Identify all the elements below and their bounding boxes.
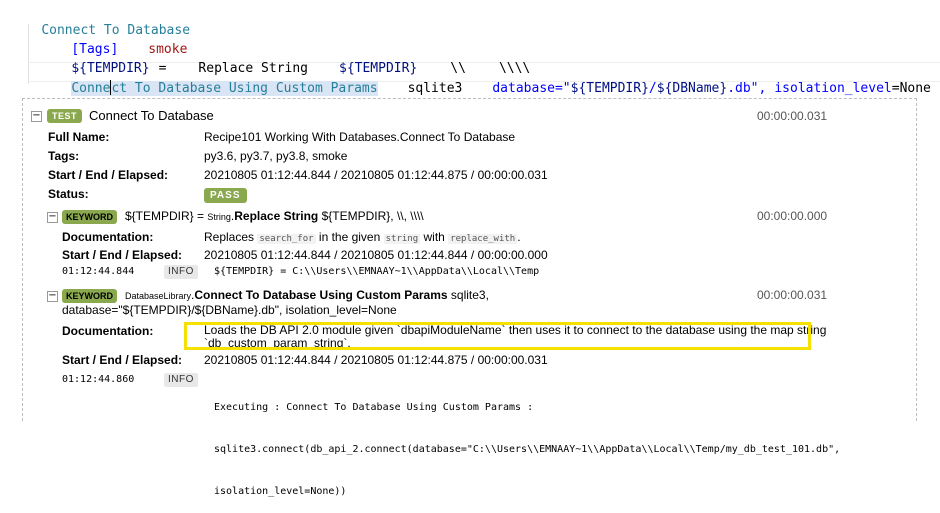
- kw2-msg-line-2: sqlite3.connect(db_api_2.connect(databas…: [214, 444, 841, 455]
- test-collapse-toggle[interactable]: −: [31, 111, 42, 122]
- connect-arg-dbname: ${DBName}: [656, 81, 728, 96]
- kw2-args-line1: sqlite3,: [450, 288, 489, 302]
- kw1-elapsed: 00:00:00.000: [757, 209, 828, 223]
- connect-arg-suffix: .db",: [727, 81, 767, 96]
- test-sel-label: Start / End / Elapsed:: [48, 168, 169, 182]
- connect-arg-tempdir: ${TEMPDIR}: [570, 81, 649, 96]
- connect-arg-sep: /: [648, 81, 657, 96]
- connect-keyword-part-2: ct To Database Using Custom Params: [111, 81, 378, 96]
- tags-value: py3.6, py3.7, py3.8, smoke: [204, 149, 348, 163]
- kw2-library: DatabaseLibrary: [125, 291, 192, 301]
- connect-keyword[interactable]: Connect To Database Using Custom Params: [71, 80, 378, 96]
- kw2-msg-time: 01:12:44.860: [62, 374, 135, 385]
- kw2-msg-line-3: isolation_level=None)): [214, 486, 347, 497]
- test-elapsed: 00:00:00.031: [757, 109, 828, 123]
- kw1-msg: ${TEMPDIR} = C:\\Users\\EMNAAY~1\\AppDat…: [214, 266, 540, 277]
- kw2-name: Connect To Database Using Custom Params: [194, 288, 448, 302]
- kw2-msg-line-1: Executing : Connect To Database Using Cu…: [214, 402, 534, 413]
- kw1-name: Replace String: [234, 209, 319, 223]
- kw2-sel-value: 20210805 01:12:44.844 / 20210805 01:12:4…: [204, 353, 548, 367]
- kw1-library: String: [207, 212, 231, 222]
- kw2-keyword-badge: KEYWORD: [62, 289, 117, 303]
- full-name-label: Full Name:: [48, 130, 110, 144]
- kw2-doc-label: Documentation:: [62, 324, 154, 338]
- connect-arg-driver: sqlite3: [407, 81, 463, 96]
- yellow-highlight-box: [184, 322, 811, 350]
- tags-label: Tags:: [48, 149, 80, 163]
- kw2-sel-label: Start / End / Elapsed:: [62, 353, 183, 367]
- kw2-args-line2: database="${TEMPDIR}/${DBName}.db", isol…: [62, 303, 397, 317]
- kw2-elapsed: 00:00:00.031: [757, 288, 828, 302]
- kw1-msg-level: INFO: [164, 265, 198, 279]
- status-label: Status:: [48, 187, 89, 201]
- kw2-msg: Executing : Connect To Database Using Cu…: [214, 373, 840, 513]
- connect-arg-isolation-eq: =: [891, 81, 900, 96]
- kw1-doc-label: Documentation:: [62, 230, 154, 244]
- connect-arg-isolation-name: isolation_level: [774, 81, 892, 96]
- kw2-collapse-toggle[interactable]: −: [47, 291, 58, 302]
- test-sel-value: 20210805 01:12:44.844 / 20210805 01:12:4…: [204, 168, 548, 182]
- connect-keyword-part-1: Conne: [71, 81, 111, 96]
- kw1-sel-label: Start / End / Elapsed:: [62, 248, 183, 262]
- kw2-title[interactable]: DatabaseLibrary.Connect To Database Usin…: [125, 288, 489, 302]
- connect-arg-database-prefix: database=": [492, 81, 571, 96]
- kw1-doc-code-3: replace_with: [448, 234, 518, 244]
- status-pass-badge: PASS: [204, 188, 247, 203]
- kw1-collapse-toggle[interactable]: −: [47, 212, 58, 223]
- kw1-doc-code-2: string: [383, 234, 421, 244]
- kw1-doc-text-4: .: [517, 230, 521, 244]
- kw1-doc-text-1: Replaces: [204, 230, 255, 244]
- full-name-value: Recipe101 Working With Databases.Connect…: [204, 130, 516, 144]
- kw1-doc-text-3: with: [423, 230, 445, 244]
- kw1-title[interactable]: ${TEMPDIR} = String.Replace String ${TEM…: [125, 209, 424, 223]
- test-name[interactable]: Connect To Database: [89, 108, 214, 123]
- kw1-keyword-badge: KEYWORD: [62, 210, 117, 224]
- code-editor[interactable]: Connect To Database [Tags] smoke ${TEMPDI…: [0, 0, 940, 96]
- kw1-assign: ${TEMPDIR} =: [125, 209, 205, 223]
- kw1-msg-time: 01:12:44.844: [62, 266, 135, 277]
- kw1-sel-value: 20210805 01:12:44.844 / 20210805 01:12:4…: [204, 248, 548, 262]
- kw1-doc-text-2: in the given: [318, 230, 381, 244]
- kw1-doc-code-1: search_for: [257, 234, 316, 244]
- kw2-msg-level: INFO: [164, 373, 198, 387]
- kw1-args: ${TEMPDIR}, \\, \\\\: [321, 209, 424, 223]
- test-badge: TEST: [47, 109, 83, 123]
- connect-arg-isolation-value: None: [899, 81, 931, 96]
- kw1-doc: Replaces search_for in the given string …: [204, 230, 521, 244]
